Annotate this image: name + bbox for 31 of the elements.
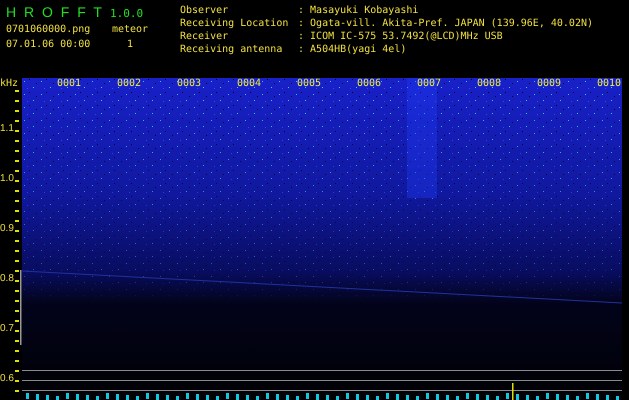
time-label: 0010 — [597, 78, 622, 89]
axis-label: 0.6 — [0, 373, 14, 384]
time-label: 0007 — [417, 78, 442, 89]
time-label: 0005 — [297, 78, 322, 89]
app-version: 1.0.0 — [110, 7, 144, 20]
axis-label: 0.8 — [0, 273, 14, 284]
info-label: Receiving antenna — [180, 43, 284, 56]
time-label: 0003 — [177, 78, 202, 89]
axis-label: 0.9 — [0, 223, 14, 234]
meteor-count: 1 — [126, 39, 134, 50]
info-value: : Ogata-vill. Akita-Pref. JAPAN (139.96E, 40.02N) — [298, 17, 594, 30]
info-label: Observer — [180, 4, 230, 17]
info-value: : A504HB(yagi 4el) — [298, 43, 408, 56]
time-label: 0006 — [357, 78, 382, 89]
axis-label: 0.7 — [0, 323, 14, 334]
axis-label: 1.1 — [0, 123, 14, 134]
app-title: H R O F F T — [6, 4, 104, 20]
time-label: 0004 — [237, 78, 262, 89]
time-label: 0002 — [117, 78, 142, 89]
info-value: : Masayuki Kobayashi — [298, 4, 420, 17]
axis-label: 1.0 — [0, 173, 14, 184]
meteor-label: meteor — [110, 24, 150, 35]
axis-unit: kHz — [0, 78, 18, 89]
time-label: 0009 — [537, 78, 562, 89]
time-label: 0001 — [57, 78, 82, 89]
file-name: 0701060000.png — [6, 24, 92, 35]
info-value: : ICOM IC-575 53.7492(@LCD)MHz USB — [298, 30, 504, 43]
info-label: Receiving Location — [180, 17, 290, 30]
info-label: Receiver — [180, 30, 230, 43]
date-time: 07.01.06 00:00 — [6, 39, 92, 50]
time-label: 0008 — [477, 78, 502, 89]
